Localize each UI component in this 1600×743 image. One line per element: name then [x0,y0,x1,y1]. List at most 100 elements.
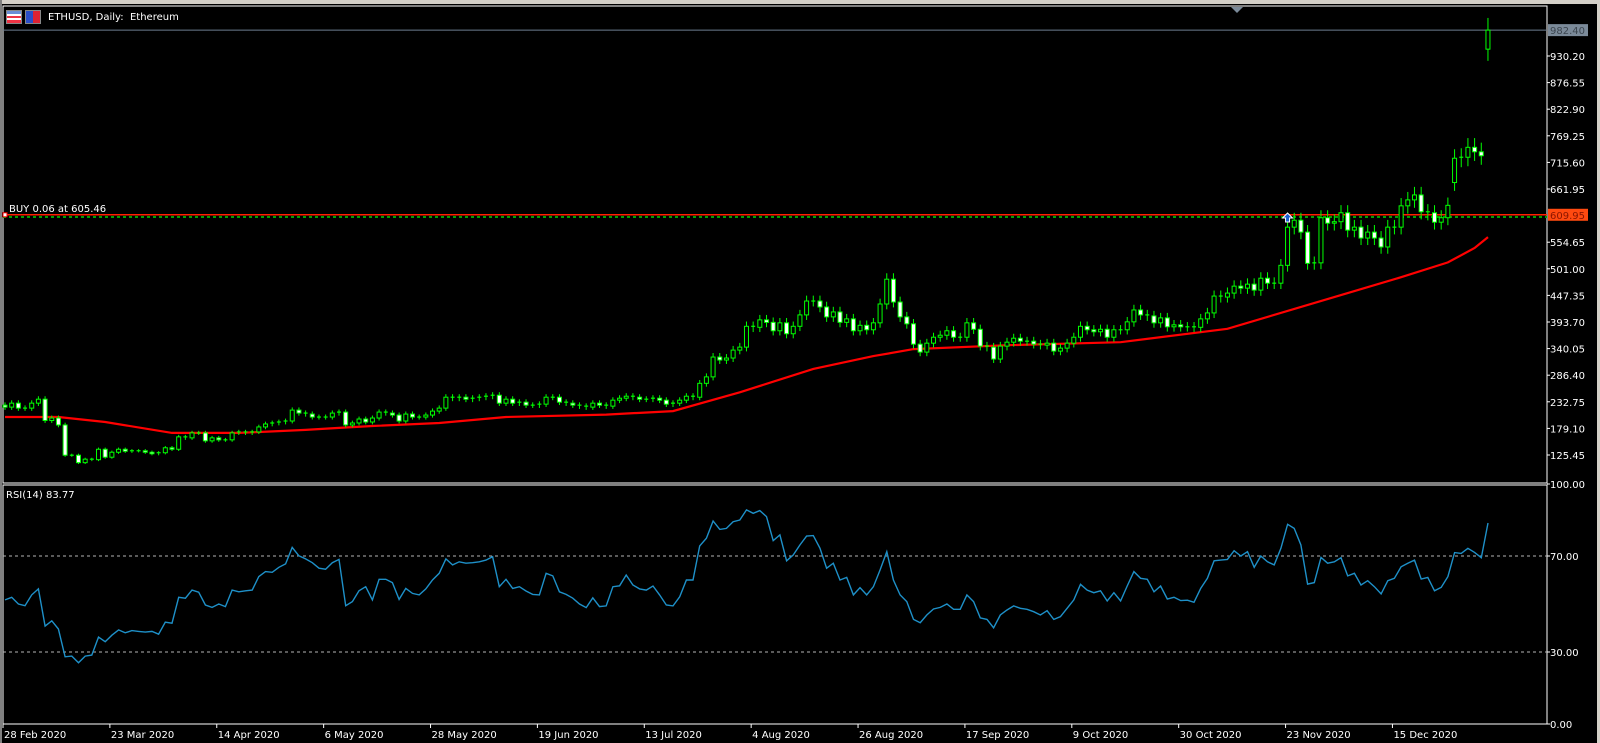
candle [122,447,128,453]
candle [577,402,582,409]
price-axis-label: 232.75 [1550,398,1585,409]
candle [550,394,555,401]
candle-body-bear [1478,151,1484,157]
candle [236,429,241,436]
candle-body-bull [757,319,763,328]
price-axis-label: 179.10 [1550,424,1585,435]
candle-body-bear [1305,231,1311,264]
candle-body-bull [430,410,436,416]
candle-body-bear [1251,283,1257,291]
candle [710,353,716,381]
candle [1452,149,1458,191]
candle-body-bull [804,300,810,316]
candle [1312,256,1317,270]
rsi-axis-label: 70.00 [1550,552,1579,563]
candle-body-bull [964,322,970,338]
candle-body-bull [997,345,1003,360]
candle [116,447,122,454]
chart-shift-marker-icon[interactable] [1231,7,1243,13]
candle [270,420,275,427]
candle-body-bull [737,346,743,351]
candle-body-bear [1084,325,1090,331]
candle [751,321,756,333]
candle [283,418,288,425]
order-line-handle[interactable] [2,212,8,218]
candle-body-bull [931,336,937,344]
candle-body-bear [764,319,770,323]
candle [931,332,937,348]
candle [650,395,655,403]
candle-body-bull [49,417,55,422]
candle [630,393,635,401]
candle-body-bull [617,397,623,401]
price-axis-label: 554.65 [1550,238,1585,249]
candle-body-bull [1224,292,1230,298]
candle-body-bear [62,424,68,456]
candle-body-bear [122,448,128,452]
candle-body-bull [830,311,836,318]
candle [797,309,803,332]
candle-body-bear [597,402,603,406]
candle-body-bear [343,411,349,426]
candle-body-bull [877,303,883,324]
candle-body-bear [850,318,856,332]
candle [590,400,596,410]
price-axis-label: 822.90 [1550,105,1585,116]
candle [1472,138,1478,161]
candle [470,395,475,403]
candle [323,414,328,420]
candle [964,317,970,342]
candle [263,421,269,430]
candle-body-bull [109,451,115,458]
candle [423,412,429,420]
candle-body-bull [1385,226,1391,248]
date-axis-label: 28 May 2020 [432,730,497,741]
candle-body-bear [1178,324,1184,328]
candle [683,393,689,404]
candle [1432,205,1438,230]
candle [584,403,589,410]
candle-body-bull [503,398,509,404]
candle [790,321,796,339]
candle [62,422,68,457]
candle [417,414,422,420]
candle-body-bull [229,432,235,441]
candle-body-bear [897,301,903,318]
candle [1084,321,1090,335]
candle-body-bear [637,396,643,400]
rsi-axis-label: 30.00 [1550,648,1579,659]
candle-body-bull [189,432,195,439]
candle-body-bear [409,413,415,418]
candle-body-bear [717,356,723,361]
candle-body-bull [176,436,182,450]
candle [250,429,255,436]
candle [844,313,850,328]
candle-body-bull [543,396,549,405]
candle-body-bear [510,398,516,404]
chart-canvas[interactable]: 930.20 876.55 822.90 769.25 715.60 661.95 554.… [0,0,1600,743]
candle [35,396,41,407]
candle-body-bear [1325,217,1331,224]
candle-body-bull [1211,295,1217,314]
candle [1118,325,1123,335]
candle [637,394,643,403]
candle [1178,320,1184,332]
candle-body-bull [623,395,629,399]
candle [376,409,382,421]
candle-body-bull [82,458,88,464]
candle-body-bull [162,447,168,454]
candle-body-bear [389,412,395,416]
price-axis-label: 876.55 [1550,79,1585,90]
order-label[interactable]: BUY 0.06 at 605.46 [9,204,106,215]
candle-body-bull [1131,309,1137,323]
candle [804,295,810,320]
candle-body-bear [55,417,61,426]
candle [1438,210,1444,230]
chart-list-icon[interactable] [6,10,22,24]
candle-body-bull [1465,146,1471,158]
candle [1231,280,1237,299]
candle [743,321,749,352]
candle [1285,219,1291,272]
candle-body-bear [75,454,81,464]
candle-body-bull [116,448,122,453]
